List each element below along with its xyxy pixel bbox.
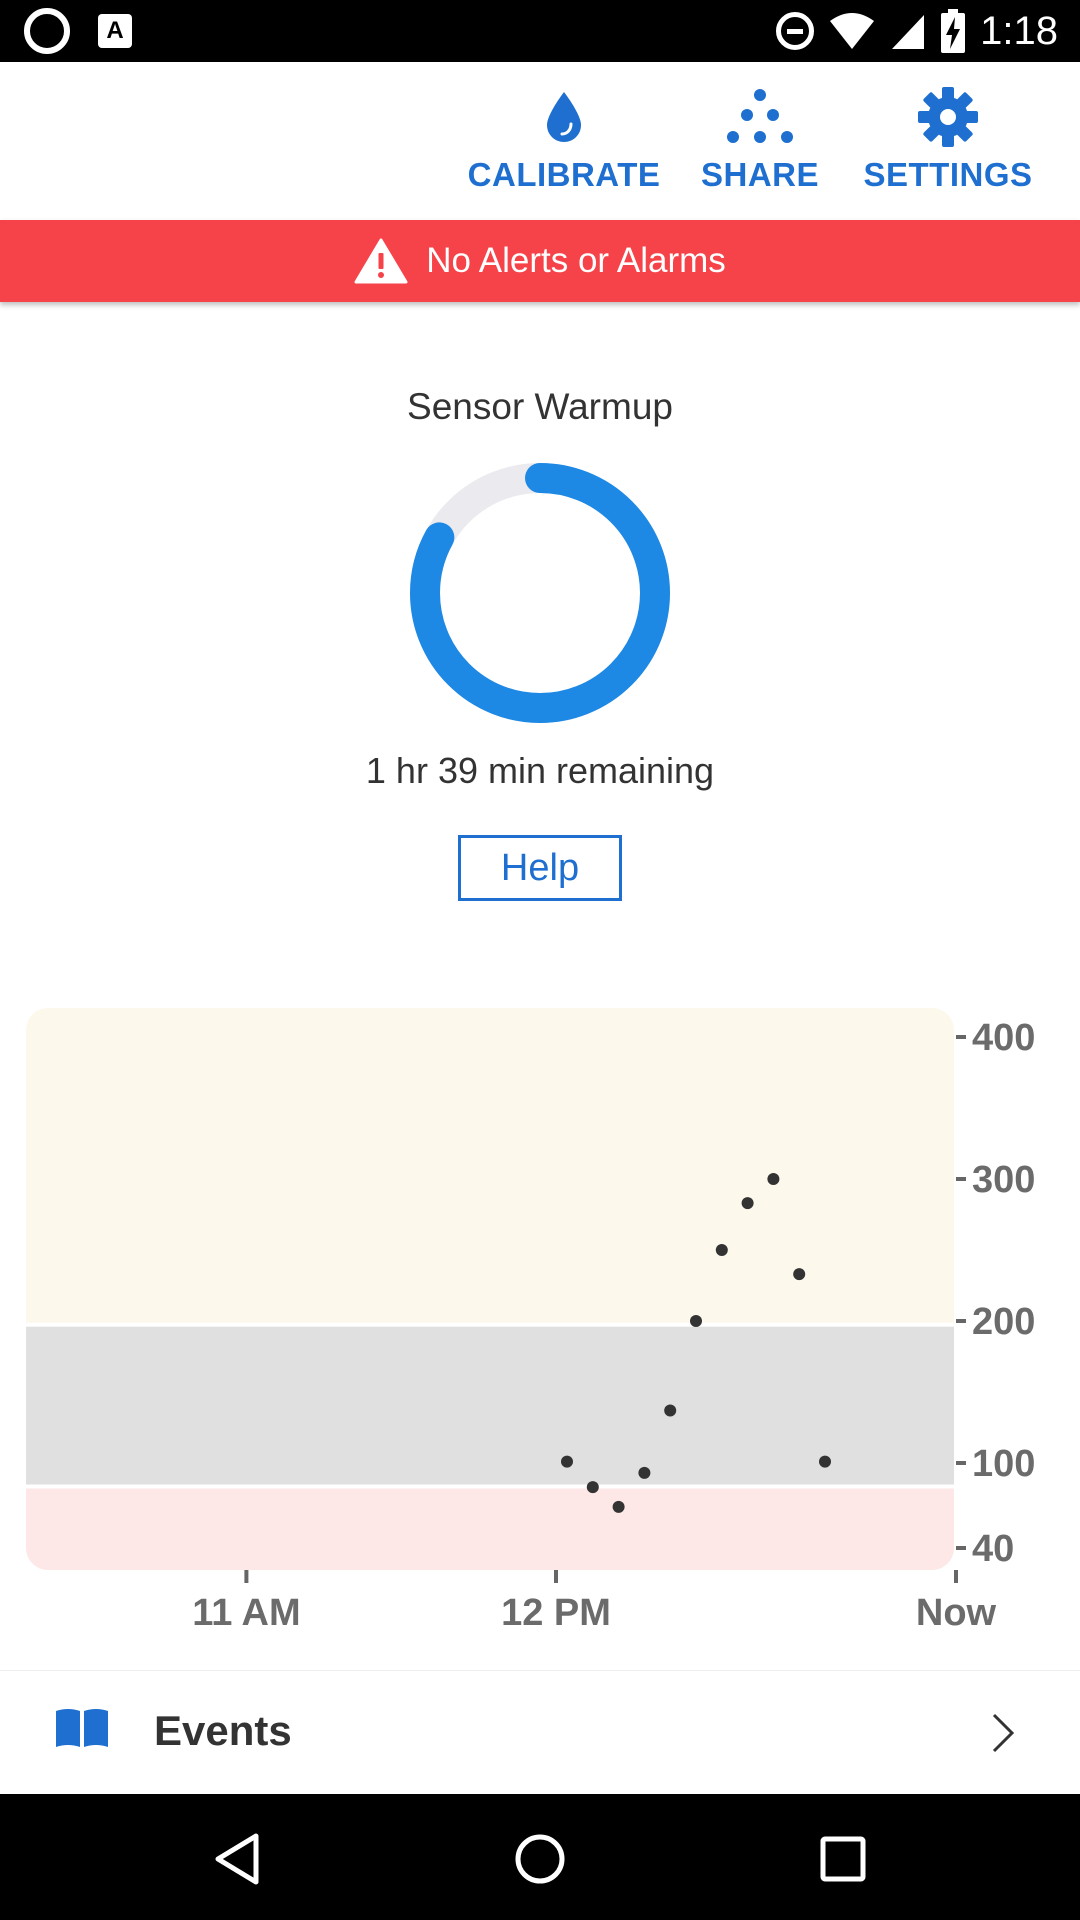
events-label: Events bbox=[154, 1707, 292, 1754]
share-label: SHARE bbox=[700, 156, 820, 193]
band-low bbox=[26, 1488, 954, 1570]
glucose-point bbox=[819, 1455, 831, 1468]
glucose-chart: 400 300 200 100 40 11 AM 12 PM Now bbox=[26, 1008, 1035, 1634]
glucose-point bbox=[793, 1268, 806, 1281]
clock: 1:18 bbox=[980, 8, 1058, 53]
y-tick-label: 400 bbox=[972, 1017, 1035, 1059]
toolbar: CALIBRATE SHARE SETTINGS bbox=[0, 62, 1080, 220]
recents-square-icon bbox=[820, 1836, 866, 1882]
x-tick-label: Now bbox=[916, 1592, 997, 1634]
events-row[interactable]: Events bbox=[0, 1670, 1080, 1794]
glucose-point bbox=[741, 1197, 754, 1210]
alert-banner[interactable]: No Alerts or Alarms bbox=[0, 220, 1080, 302]
home-button[interactable] bbox=[505, 1824, 575, 1894]
y-tick-label: 300 bbox=[972, 1159, 1035, 1201]
notification-app-icon: A bbox=[98, 14, 132, 48]
warmup-progress-ring bbox=[410, 463, 670, 723]
calibrate-button[interactable]: CALIBRATE bbox=[468, 82, 660, 194]
glucose-point bbox=[586, 1481, 599, 1494]
band-target bbox=[26, 1326, 954, 1485]
y-tick-label: 200 bbox=[972, 1301, 1035, 1343]
chevron-right-icon bbox=[992, 1713, 1015, 1753]
home-circle-icon bbox=[515, 1834, 565, 1884]
help-button[interactable]: Help bbox=[458, 835, 622, 901]
glucose-point bbox=[715, 1244, 728, 1256]
water-drop-icon bbox=[547, 92, 581, 142]
gear-icon bbox=[918, 87, 978, 147]
warmup-title: Sensor Warmup bbox=[407, 386, 673, 427]
band-high bbox=[26, 1008, 954, 1323]
navigation-bar bbox=[0, 1794, 1080, 1920]
x-tick-label: 12 PM bbox=[501, 1592, 611, 1634]
back-button[interactable] bbox=[202, 1824, 272, 1894]
wifi-icon bbox=[830, 13, 875, 49]
glucose-point bbox=[561, 1455, 573, 1468]
open-book-icon bbox=[56, 1709, 108, 1747]
glucose-point bbox=[767, 1173, 780, 1185]
glucose-point bbox=[690, 1315, 702, 1327]
recents-button[interactable] bbox=[808, 1824, 878, 1894]
cell-signal-icon bbox=[892, 15, 925, 49]
glucose-point bbox=[612, 1500, 625, 1513]
share-dots-icon bbox=[727, 89, 793, 143]
settings-button[interactable]: SETTINGS bbox=[863, 82, 1033, 194]
x-tick-label: 11 AM bbox=[192, 1592, 300, 1634]
settings-label: SETTINGS bbox=[863, 156, 1033, 193]
warmup-remaining: 1 hr 39 min remaining bbox=[365, 750, 715, 791]
battery-charging-icon bbox=[941, 9, 966, 53]
calibrate-label: CALIBRATE bbox=[467, 156, 661, 193]
notification-ring-icon bbox=[24, 8, 70, 54]
warning-icon bbox=[354, 238, 408, 284]
y-tick-label: 100 bbox=[972, 1443, 1035, 1485]
back-triangle-icon bbox=[215, 1833, 259, 1885]
glucose-point bbox=[638, 1466, 651, 1479]
y-tick-label: 40 bbox=[972, 1528, 1014, 1570]
glucose-point bbox=[664, 1404, 677, 1417]
share-button[interactable]: SHARE bbox=[700, 82, 820, 194]
alert-text: No Alerts or Alarms bbox=[426, 241, 726, 280]
status-bar: A 1:18 bbox=[0, 0, 1080, 62]
do-not-disturb-icon bbox=[776, 12, 815, 50]
